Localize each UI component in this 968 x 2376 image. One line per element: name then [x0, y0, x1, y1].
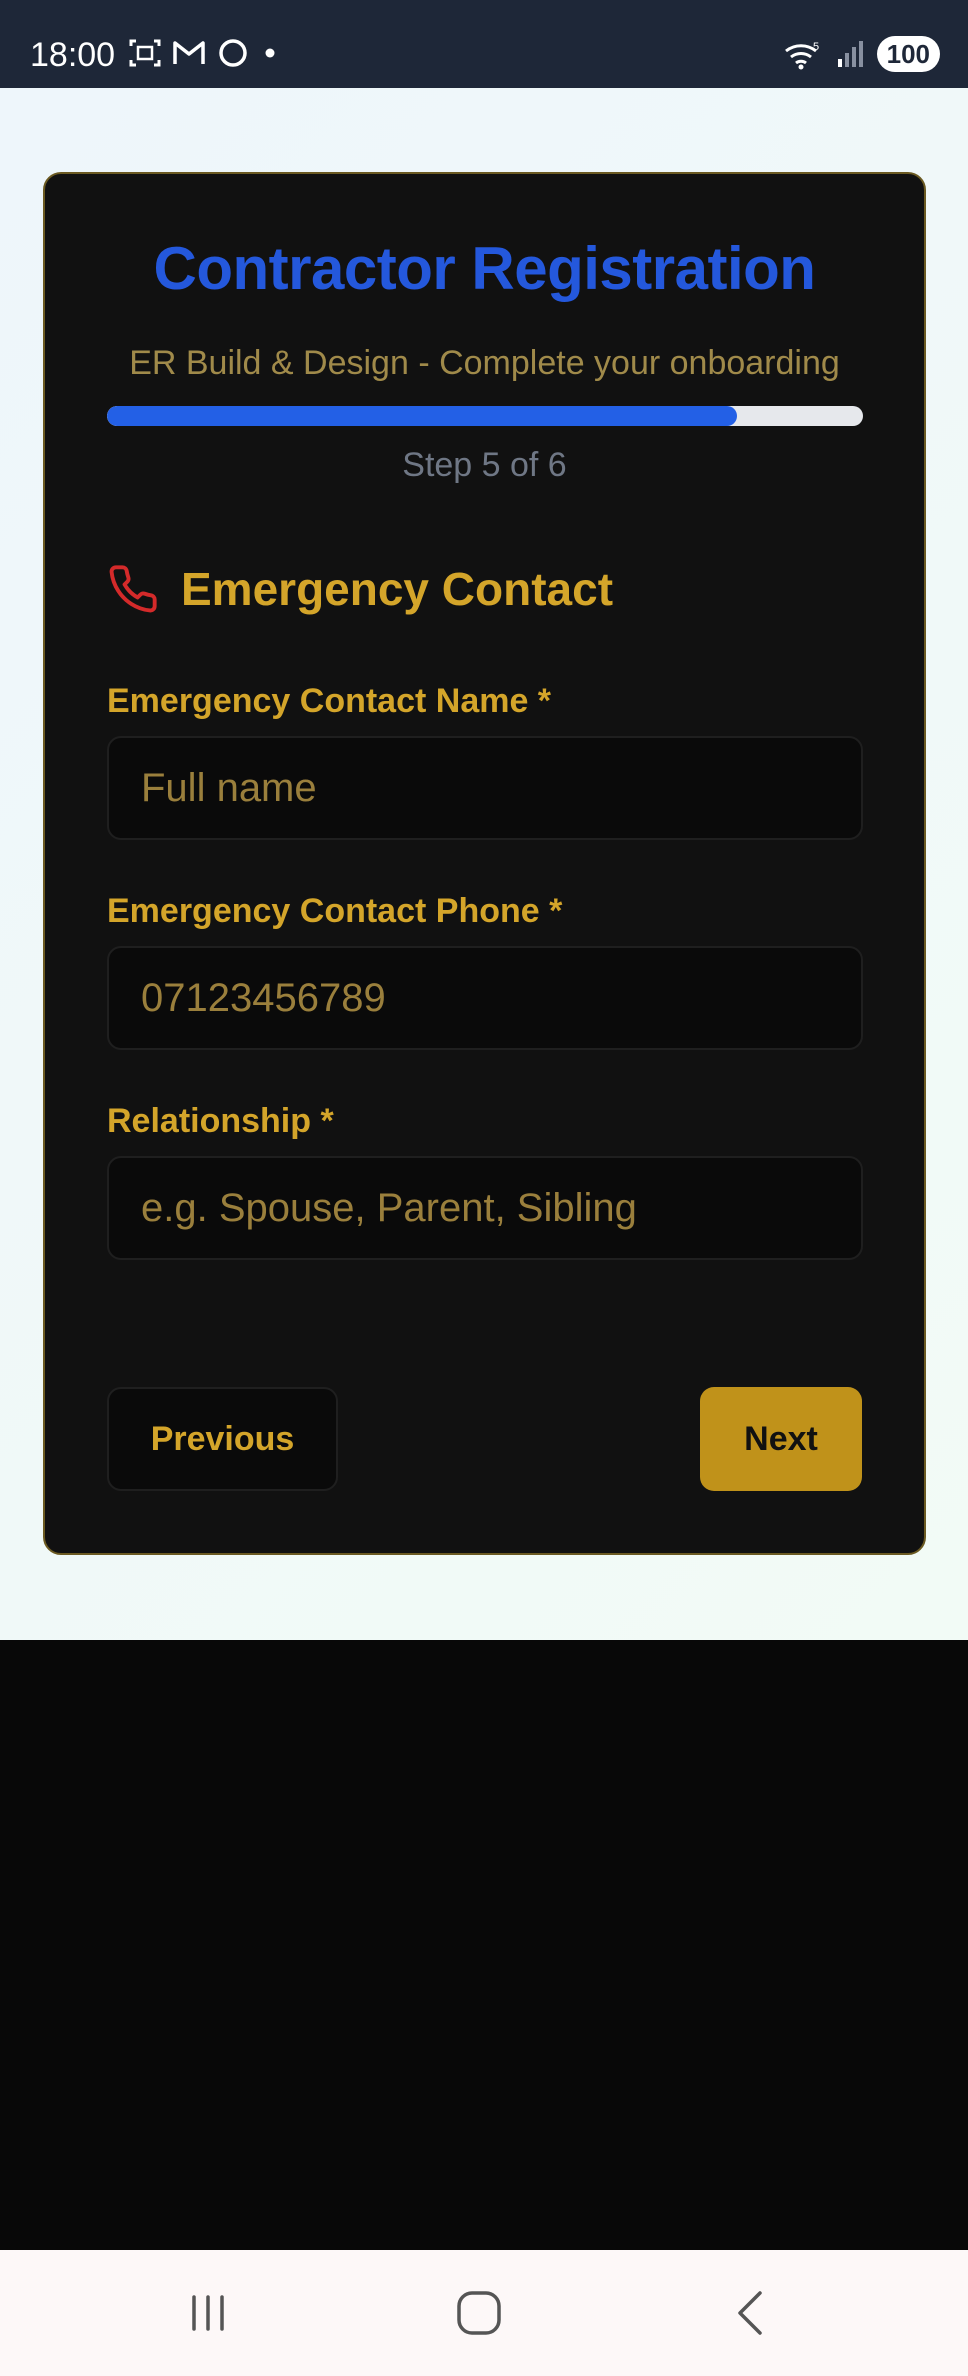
- gmail-icon: [173, 41, 205, 64]
- section-title: Emergency Contact: [181, 563, 614, 615]
- circle-app-icon: [219, 39, 247, 67]
- progress-bar-fill: [107, 406, 737, 426]
- relationship-label: Relationship *: [107, 1102, 334, 1140]
- status-right: 5 100: [783, 36, 940, 72]
- wifi-icon: 5: [784, 41, 819, 70]
- next-button[interactable]: Next: [700, 1387, 862, 1491]
- emergency-name-input[interactable]: [107, 736, 863, 840]
- status-time: 18:00: [30, 36, 116, 74]
- page-title: Contractor Registration: [153, 235, 816, 302]
- relationship-input[interactable]: [107, 1156, 863, 1260]
- back-icon: [738, 2291, 762, 2335]
- registration-card: Contractor Registration ER Build & Desig…: [43, 172, 926, 1555]
- dot-icon: [265, 48, 275, 58]
- svg-text:5: 5: [813, 41, 819, 53]
- battery-indicator: 100: [876, 36, 940, 72]
- recents-icon: [192, 2295, 224, 2331]
- page-subtitle: ER Build & Design - Complete your onboar…: [129, 344, 840, 382]
- section-header: Emergency Contact: [107, 562, 613, 616]
- status-left-icons: [128, 36, 280, 70]
- screenshot-icon: [129, 39, 161, 67]
- emergency-name-label: Emergency Contact Name *: [107, 682, 552, 720]
- signal-icon: [837, 41, 863, 67]
- home-icon: [457, 2291, 501, 2335]
- previous-button[interactable]: Previous: [107, 1387, 338, 1491]
- step-indicator: Step 5 of 6: [402, 446, 567, 484]
- emergency-phone-input[interactable]: [107, 946, 863, 1050]
- progress-bar: [107, 406, 863, 426]
- navigation-bar: [0, 2250, 968, 2376]
- back-button[interactable]: [690, 2250, 810, 2376]
- phone-icon: [109, 565, 157, 613]
- emergency-phone-label: Emergency Contact Phone *: [107, 892, 563, 930]
- recents-button[interactable]: [148, 2250, 268, 2376]
- status-bar: 18:00 5 100: [0, 0, 968, 88]
- home-button[interactable]: [419, 2250, 539, 2376]
